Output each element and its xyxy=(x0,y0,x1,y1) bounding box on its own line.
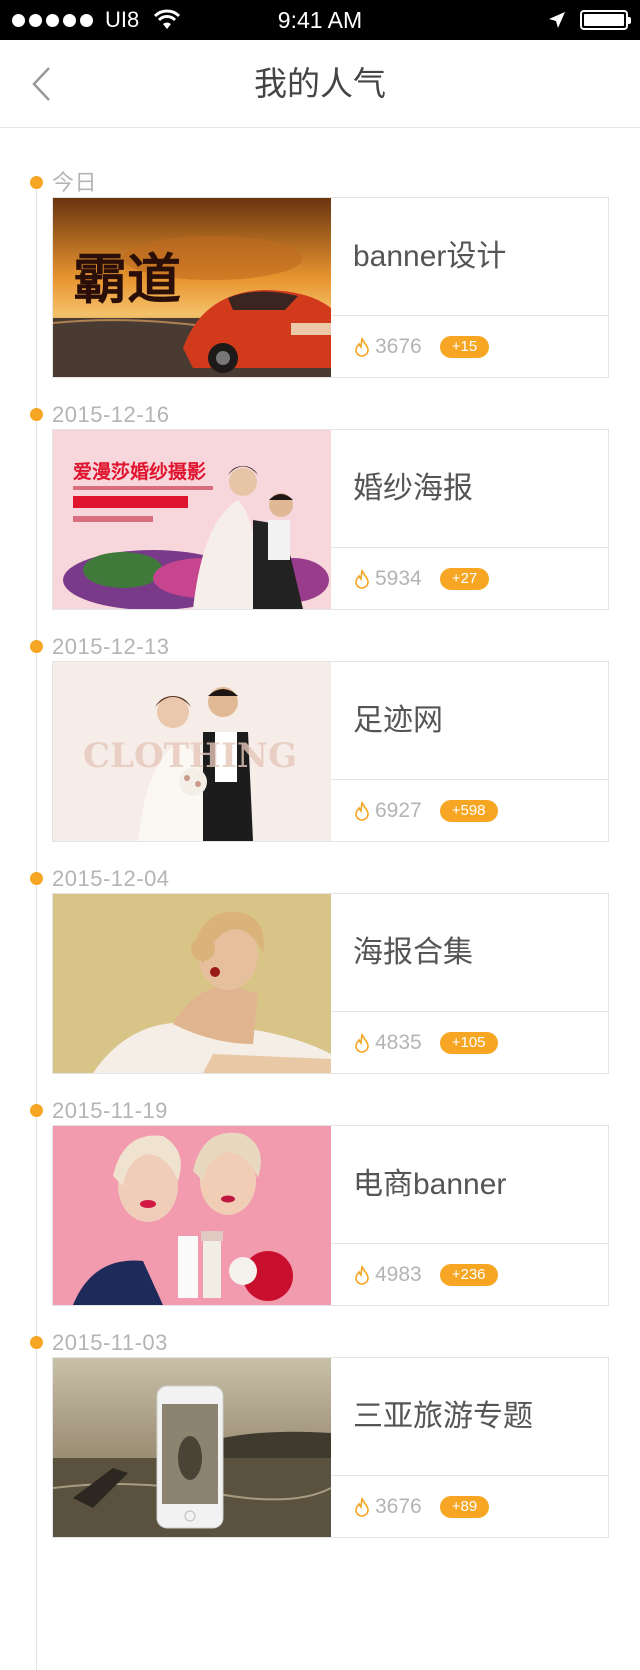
poster-text: 爱漫莎婚纱摄影 xyxy=(73,460,206,483)
card-title: 海报合集 xyxy=(353,936,473,969)
work-card[interactable]: 海报合集 4835 +105 xyxy=(52,893,609,1074)
card-stats: 3676 +89 xyxy=(353,1476,490,1537)
increment-badge: +105 xyxy=(439,1032,498,1054)
flame-icon xyxy=(355,801,369,821)
location-arrow-icon xyxy=(549,12,565,28)
timeline-dot xyxy=(30,408,43,421)
flame-icon xyxy=(355,569,369,589)
timeline-dot xyxy=(30,1336,43,1349)
timeline-dot xyxy=(30,872,43,885)
card-title: 婚纱海报 xyxy=(353,472,473,505)
sports-car-sunset-image: 霸道 xyxy=(53,198,331,377)
popularity-count: 3676 xyxy=(375,335,422,358)
work-card[interactable]: 爱漫莎婚纱摄影 婚纱海报 5934 +27 xyxy=(52,429,609,610)
phone-sea-travel-image xyxy=(53,1358,331,1537)
timeline-dot xyxy=(30,176,43,189)
poster-text: 霸道 xyxy=(73,247,181,311)
work-card[interactable]: 三亚旅游专题 3676 +89 xyxy=(52,1357,609,1538)
entry-date: 今日 xyxy=(52,170,98,195)
wedding-couple-pink-image: 爱漫莎婚纱摄影 xyxy=(53,430,331,609)
increment-badge: +27 xyxy=(439,568,490,590)
work-card[interactable]: 霸道 banner设计 3676 +15 xyxy=(52,197,609,378)
flame-icon xyxy=(355,1033,369,1053)
page-title: 我的人气 xyxy=(254,64,386,103)
increment-badge: +15 xyxy=(439,336,490,358)
card-title: 三亚旅游专题 xyxy=(353,1400,533,1433)
increment-badge: +598 xyxy=(439,800,498,822)
timeline-entry: 2015-12-16 爱漫莎婚纱摄影 婚纱海报 5934 +27 xyxy=(0,402,640,649)
work-card[interactable]: 电商banner 4983 +236 xyxy=(52,1125,609,1306)
battery-icon xyxy=(580,10,631,30)
card-title: 足迹网 xyxy=(353,704,443,737)
popularity-count: 4983 xyxy=(375,1263,422,1286)
card-title: banner设计 xyxy=(353,240,507,273)
timeline-entry: 2015-12-13 CLOTHING 足迹网 6927 +598 xyxy=(0,634,640,881)
increment-badge: +89 xyxy=(439,1496,490,1518)
entry-date: 2015-12-04 xyxy=(52,866,170,891)
flame-icon xyxy=(355,1265,369,1285)
status-bar: UI8 9:41 AM xyxy=(0,0,640,40)
card-stats: 4835 +105 xyxy=(353,1012,498,1073)
entry-date: 2015-12-13 xyxy=(52,634,170,659)
flame-icon xyxy=(355,1497,369,1517)
entry-date: 2015-12-16 xyxy=(52,402,170,427)
entry-date: 2015-11-03 xyxy=(52,1330,168,1355)
card-stats: 6927 +598 xyxy=(353,780,498,841)
timeline-entry: 今日 霸道 banner设计 3676 +15 xyxy=(0,170,640,417)
increment-badge: +236 xyxy=(439,1264,498,1286)
popularity-count: 3676 xyxy=(375,1495,422,1518)
status-time: 9:41 AM xyxy=(277,7,363,33)
cosmetics-models-image xyxy=(53,1126,331,1305)
popularity-count: 5934 xyxy=(375,567,422,590)
timeline-entry: 2015-12-04 海报合集 4835 +105 xyxy=(0,866,640,1113)
popularity-count: 6927 xyxy=(375,799,422,822)
popularity-count: 4835 xyxy=(375,1031,422,1054)
timeline-dot xyxy=(30,1104,43,1117)
vintage-woman-portrait-image xyxy=(53,894,331,1073)
timeline-entry: 2015-11-03 三亚旅游专题 3676 +89 xyxy=(0,1330,640,1577)
entry-date: 2015-11-19 xyxy=(52,1098,168,1123)
nav-bar: 我的人气 xyxy=(0,40,640,128)
card-stats: 3676 +15 xyxy=(353,316,490,377)
work-card[interactable]: CLOTHING 足迹网 6927 +598 xyxy=(52,661,609,842)
timeline-entry: 2015-11-19 电商banner 4983 +236 xyxy=(0,1098,640,1345)
poster-text: CLOTHING xyxy=(83,736,297,776)
wedding-clothing-image: CLOTHING xyxy=(53,662,331,841)
status-right xyxy=(548,0,631,40)
card-title: 电商banner xyxy=(353,1168,507,1201)
card-stats: 5934 +27 xyxy=(353,548,490,609)
card-stats: 4983 +236 xyxy=(353,1244,498,1305)
flame-icon xyxy=(355,337,369,357)
timeline-dot xyxy=(30,640,43,653)
